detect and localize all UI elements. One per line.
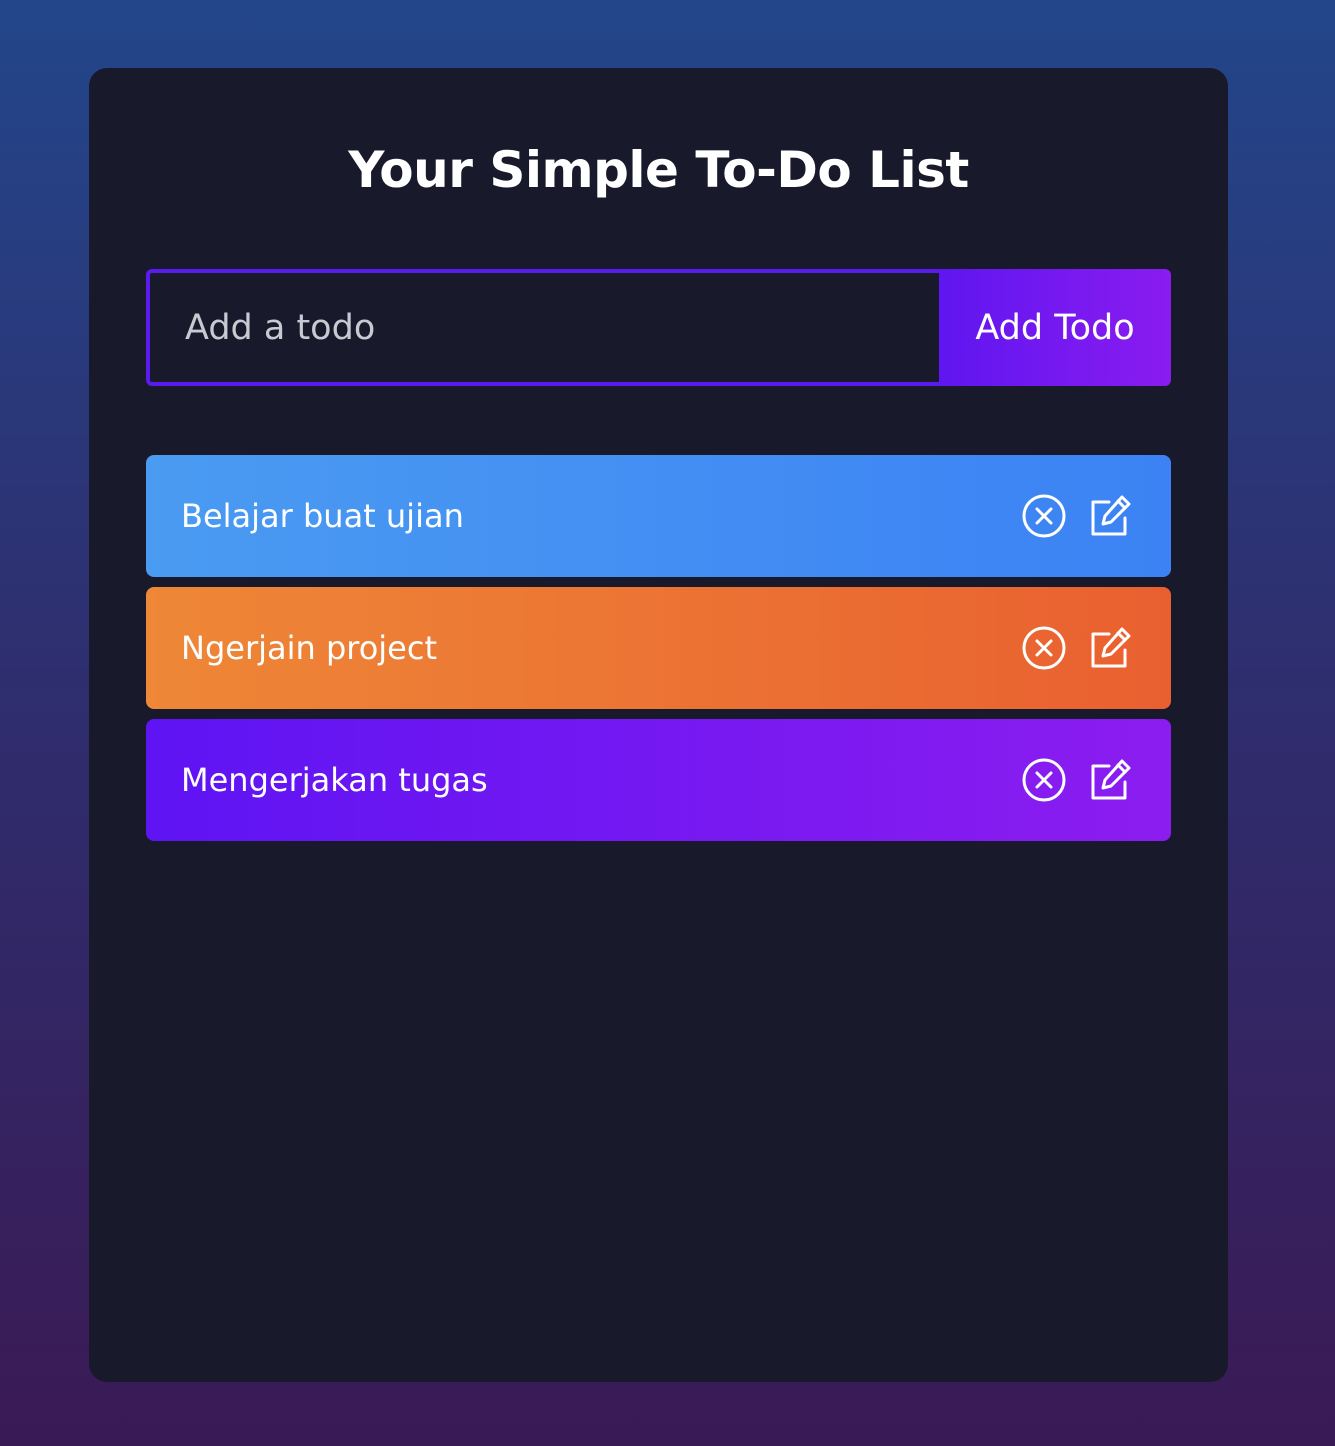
todo-text[interactable]: Ngerjain project: [181, 628, 1021, 668]
page-title: Your Simple To-Do List: [348, 141, 969, 199]
edit-icon[interactable]: [1087, 757, 1133, 803]
add-todo-button[interactable]: Add Todo: [939, 269, 1171, 386]
todo-app: Your Simple To-Do List Add Todo Belajar …: [89, 68, 1228, 1382]
close-circle-icon[interactable]: [1021, 757, 1067, 803]
todo-item: Belajar buat ujian: [146, 455, 1171, 577]
todo-form: Add Todo: [146, 269, 1171, 386]
todo-text[interactable]: Belajar buat ujian: [181, 496, 1021, 536]
todo-text[interactable]: Mengerjakan tugas: [181, 760, 1021, 800]
todo-list: Belajar buat ujian Ngerjain project Meng…: [146, 455, 1171, 851]
todo-actions: [1021, 625, 1133, 671]
todo-actions: [1021, 493, 1133, 539]
todo-actions: [1021, 757, 1133, 803]
todo-item: Mengerjakan tugas: [146, 719, 1171, 841]
close-circle-icon[interactable]: [1021, 493, 1067, 539]
edit-icon[interactable]: [1087, 625, 1133, 671]
todo-input[interactable]: [146, 269, 939, 386]
close-circle-icon[interactable]: [1021, 625, 1067, 671]
edit-icon[interactable]: [1087, 493, 1133, 539]
todo-item: Ngerjain project: [146, 587, 1171, 709]
